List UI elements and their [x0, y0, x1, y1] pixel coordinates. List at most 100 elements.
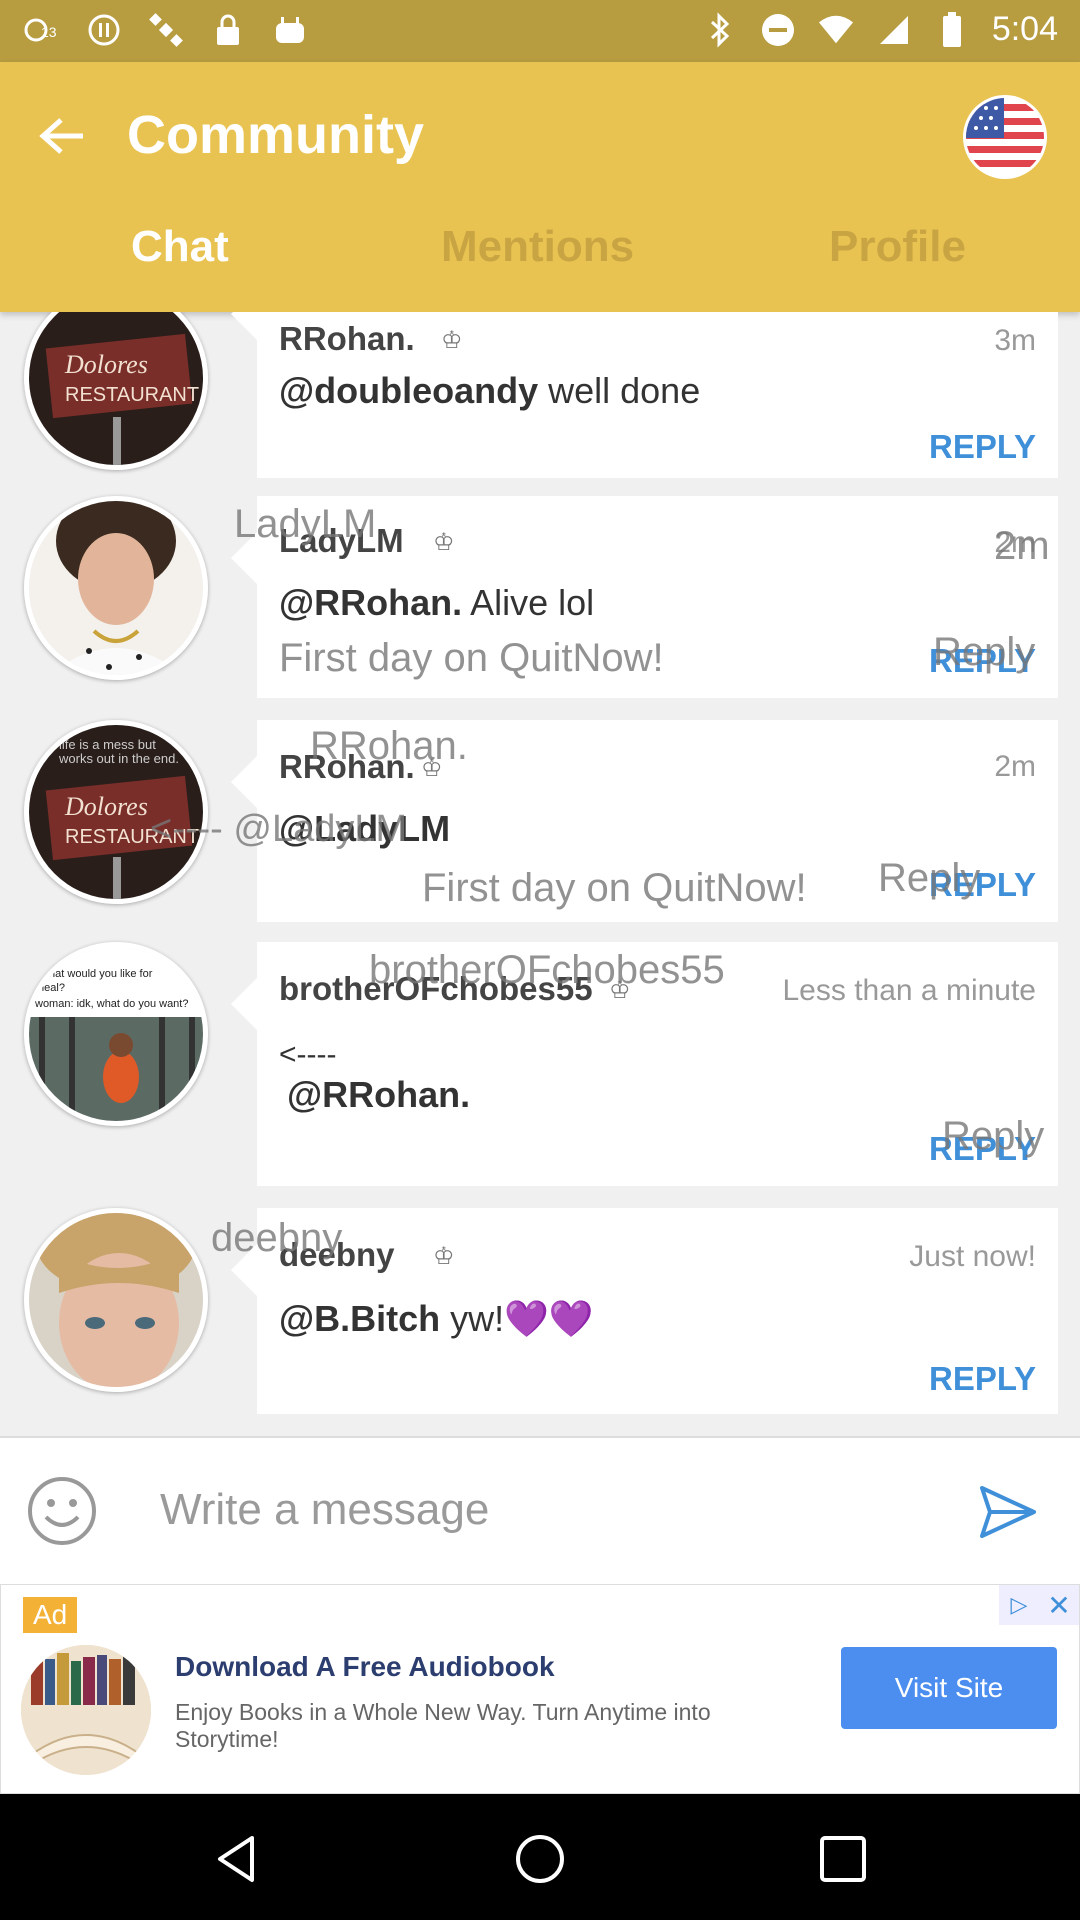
- tab-chat[interactable]: Chat: [131, 222, 229, 272]
- message-body: Alive lol: [462, 582, 595, 623]
- dnd-icon: [760, 12, 796, 48]
- avatar[interactable]: [24, 496, 208, 680]
- tab-profile[interactable]: Profile: [829, 222, 966, 272]
- ghost-author: brotherOFchobes55: [369, 948, 725, 992]
- battery-icon: [934, 11, 970, 48]
- crown-icon: ♔: [441, 327, 463, 354]
- bluetooth-icon: [702, 11, 738, 48]
- app-bar: Community Chat Mentions Profile: [0, 62, 1080, 312]
- status-time: 5:04: [991, 10, 1058, 48]
- reply-button[interactable]: REPLY: [929, 428, 1036, 466]
- circle-home-icon: [516, 1835, 564, 1883]
- ghost-author: deebny: [211, 1216, 343, 1260]
- satellite-icon: [148, 12, 184, 48]
- crown-icon: ♔: [433, 529, 455, 556]
- ad-title[interactable]: Download A Free Audiobook: [175, 1651, 555, 1683]
- svg-text:works out in the end.: works out in the end.: [58, 751, 179, 766]
- svg-text:RESTAURANT: RESTAURANT: [65, 384, 199, 406]
- ad-badge: Ad: [23, 1597, 78, 1633]
- ad-close-button[interactable]: ✕: [1039, 1585, 1079, 1625]
- ghost-author: LadyLM: [234, 502, 377, 546]
- adchoices-icon[interactable]: ▷: [999, 1585, 1039, 1625]
- message-mention[interactable]: @B.Bitch: [279, 1298, 440, 1339]
- ghost-reply: Reply: [942, 1114, 1045, 1158]
- message-item: : what would you like for meal? woman: i…: [0, 942, 1080, 1192]
- svg-text:Dolores: Dolores: [64, 350, 148, 379]
- tab-bar: Chat Mentions Profile: [0, 222, 1080, 312]
- ghost-text: First day on QuitNow!: [279, 636, 664, 680]
- message-composer: [0, 1436, 1080, 1584]
- message-item: LadyLM ♔ 2m @RRohan. Alive lol REPLY Lad…: [0, 496, 1080, 706]
- android-icon: [272, 12, 308, 48]
- message-time: 2m: [994, 750, 1036, 783]
- message-arrow-text: <----: [279, 1038, 337, 1071]
- woman-portrait-avatar: [29, 501, 203, 675]
- ghost-reply: Reply: [878, 856, 981, 900]
- message-text: @doubleoandy well done: [279, 370, 700, 412]
- nav-back-button[interactable]: [212, 1834, 262, 1884]
- svg-text:meal?: meal?: [35, 982, 65, 994]
- message-bubble: RRohan. ♔ 3m @doubleoandy well done REPL…: [231, 312, 1058, 478]
- arrow-left-icon: [39, 118, 83, 154]
- ad-book-image: [21, 1645, 151, 1775]
- tab-mentions[interactable]: Mentions: [441, 222, 634, 272]
- chat-feed[interactable]: Dolores RESTAURANT RRohan. ♔ 3m @doubleo…: [0, 312, 1080, 1432]
- avatar[interactable]: [24, 1208, 208, 1392]
- crown-icon: ♔: [433, 1243, 455, 1270]
- nav-home-button[interactable]: [515, 1834, 565, 1884]
- signal-icon: [876, 12, 912, 48]
- ghost-reply: Reply: [933, 630, 1036, 674]
- message-mention[interactable]: @RRohan.: [279, 582, 462, 623]
- svg-text:woman: idk, what do you want?: woman: idk, what do you want?: [34, 998, 188, 1010]
- lock-icon: [210, 12, 246, 48]
- emoji-button[interactable]: [26, 1475, 98, 1547]
- abc13-icon: 13: [24, 12, 60, 48]
- us-flag-icon: [966, 98, 1044, 176]
- triangle-back-icon: [218, 1836, 254, 1882]
- message-body: well done: [538, 370, 701, 411]
- smiley-icon: [28, 1477, 96, 1545]
- wifi-icon: [818, 12, 854, 48]
- send-button[interactable]: [978, 1482, 1038, 1542]
- svg-text:: what would you like for: : what would you like for: [35, 968, 153, 980]
- system-nav-bar: [0, 1794, 1080, 1920]
- message-time: 3m: [994, 324, 1036, 357]
- message-mention[interactable]: @RRohan.: [287, 1074, 470, 1115]
- svg-text:13: 13: [41, 24, 57, 40]
- message-mention[interactable]: @doubleoandy: [279, 370, 538, 411]
- square-recents-icon: [820, 1836, 866, 1882]
- svg-text:life is a mess but: life is a mess but: [59, 737, 156, 752]
- nav-recents-button[interactable]: [818, 1834, 868, 1884]
- svg-text:Dolores: Dolores: [64, 792, 148, 821]
- ghost-time: 2m: [994, 524, 1050, 568]
- ghost-mention: <---- @LadyLM: [150, 808, 408, 850]
- message-text: @RRohan.: [287, 1074, 470, 1116]
- pause-circle-icon: [86, 12, 122, 48]
- status-bar: 13 5:04: [0, 0, 1080, 62]
- visit-site-button[interactable]: Visit Site: [841, 1647, 1057, 1729]
- avatar[interactable]: : what would you like for meal? woman: i…: [24, 942, 208, 1126]
- message-time: Just now!: [909, 1240, 1036, 1273]
- message-bubble: deebny ♔ Just now! @B.Bitch yw!💜💜 REPLY: [231, 1208, 1058, 1414]
- message-item: deebny ♔ Just now! @B.Bitch yw!💜💜 REPLY …: [0, 1208, 1080, 1428]
- ghost-text: First day on QuitNow!: [422, 866, 807, 910]
- message-text: @B.Bitch yw!💜💜: [279, 1298, 594, 1340]
- ghost-author: RRohan.: [310, 724, 468, 768]
- woman-selfie-avatar: [29, 1213, 203, 1387]
- message-author[interactable]: RRohan.: [279, 320, 415, 358]
- back-button[interactable]: [30, 104, 94, 168]
- ad-description: Enjoy Books in a Whole New Way. Turn Any…: [175, 1699, 711, 1752]
- meme-avatar: : what would you like for meal? woman: i…: [29, 947, 203, 1121]
- message-input[interactable]: [160, 1470, 920, 1550]
- reply-button[interactable]: REPLY: [929, 1360, 1036, 1398]
- send-icon: [980, 1486, 1036, 1538]
- message-item: Dolores RESTAURANT RRohan. ♔ 3m @doubleo…: [0, 312, 1080, 492]
- message-body: yw!💜💜: [440, 1298, 594, 1339]
- ad-banner[interactable]: Ad ▷ ✕ Download A Free Audiobook Enjoy B…: [0, 1584, 1080, 1794]
- message-time: Less than a minute: [782, 974, 1037, 1007]
- page-title: Community: [127, 105, 424, 165]
- message-text: @RRohan. Alive lol: [279, 582, 594, 624]
- restaurant-sign-avatar: Dolores RESTAURANT: [29, 312, 203, 465]
- us-flag-button[interactable]: [966, 98, 1044, 176]
- avatar[interactable]: Dolores RESTAURANT: [24, 312, 208, 470]
